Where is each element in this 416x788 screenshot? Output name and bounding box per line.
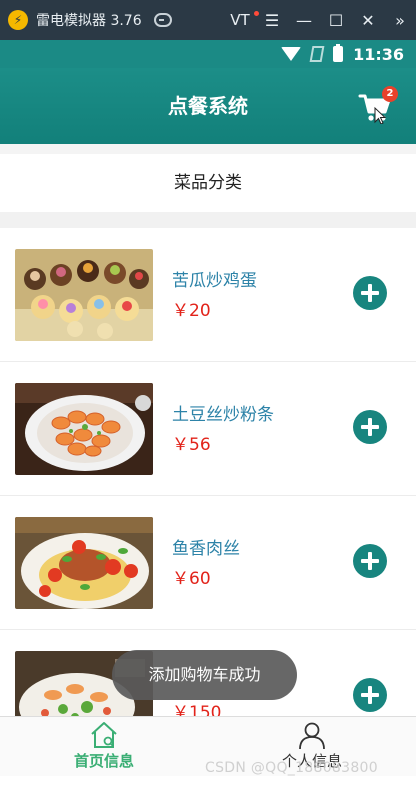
vt-status-dot xyxy=(254,11,259,16)
watermark: CSDN @QQ_188083800 xyxy=(205,760,378,776)
emulator-title: 雷电模拟器 3.76 xyxy=(36,13,142,29)
divider xyxy=(0,144,416,154)
cart-count-badge: 2 xyxy=(382,86,398,102)
gamepad-icon[interactable] xyxy=(153,13,172,27)
battery-icon xyxy=(333,44,344,62)
divider xyxy=(0,212,416,228)
maximize-icon[interactable]: ☐ xyxy=(320,11,352,30)
add-to-cart-button[interactable] xyxy=(353,678,387,712)
add-to-cart-button[interactable] xyxy=(353,276,387,310)
dish-name: 鱼香肉丝 xyxy=(172,539,240,559)
vt-indicator[interactable]: VT xyxy=(224,11,259,29)
status-bar: 11:36 xyxy=(0,40,416,68)
app-header: 点餐系统 xyxy=(0,68,416,144)
close-icon[interactable]: ✕ xyxy=(352,11,384,30)
add-to-cart-button[interactable] xyxy=(353,410,387,444)
home-icon xyxy=(91,722,117,748)
dish-image xyxy=(15,249,153,341)
bottom-strip xyxy=(0,776,416,788)
dish-item[interactable]: 土豆丝炒粉条 ￥56 xyxy=(0,362,416,496)
nav-item-home[interactable]: 首页信息 xyxy=(0,717,208,777)
dish-item[interactable]: 鱼香肉丝 ￥60 xyxy=(0,496,416,630)
expand-sidebar-icon[interactable]: » xyxy=(384,11,416,30)
user-icon xyxy=(299,722,325,750)
add-to-cart-button[interactable] xyxy=(353,544,387,578)
dish-price: ￥20 xyxy=(172,301,211,321)
minimize-icon[interactable]: — xyxy=(288,11,320,30)
dish-image xyxy=(15,383,153,475)
page-title: 点餐系统 xyxy=(168,94,248,118)
dish-name: 苦瓜炒鸡蛋 xyxy=(172,271,257,291)
category-header[interactable]: 菜品分类 xyxy=(0,154,416,212)
menu-icon[interactable]: ☰ xyxy=(256,11,288,30)
no-sim-icon xyxy=(309,46,325,62)
dish-item[interactable]: 苦瓜炒鸡蛋 ￥20 xyxy=(0,228,416,362)
dish-name: 土豆丝炒粉条 xyxy=(172,405,274,425)
wifi-icon xyxy=(281,47,302,61)
toast-message: 添加购物车成功 xyxy=(112,650,297,700)
status-time: 11:36 xyxy=(353,44,404,64)
dish-image xyxy=(15,517,153,609)
emulator-title-bar: ⚡ 雷电模拟器 3.76 VT ☰ — ☐ ✕ » xyxy=(0,0,416,40)
dish-price: ￥56 xyxy=(172,435,211,455)
dish-price: ￥60 xyxy=(172,569,211,589)
nav-label-home: 首页信息 xyxy=(73,752,134,770)
emulator-logo-icon: ⚡ xyxy=(8,10,28,30)
